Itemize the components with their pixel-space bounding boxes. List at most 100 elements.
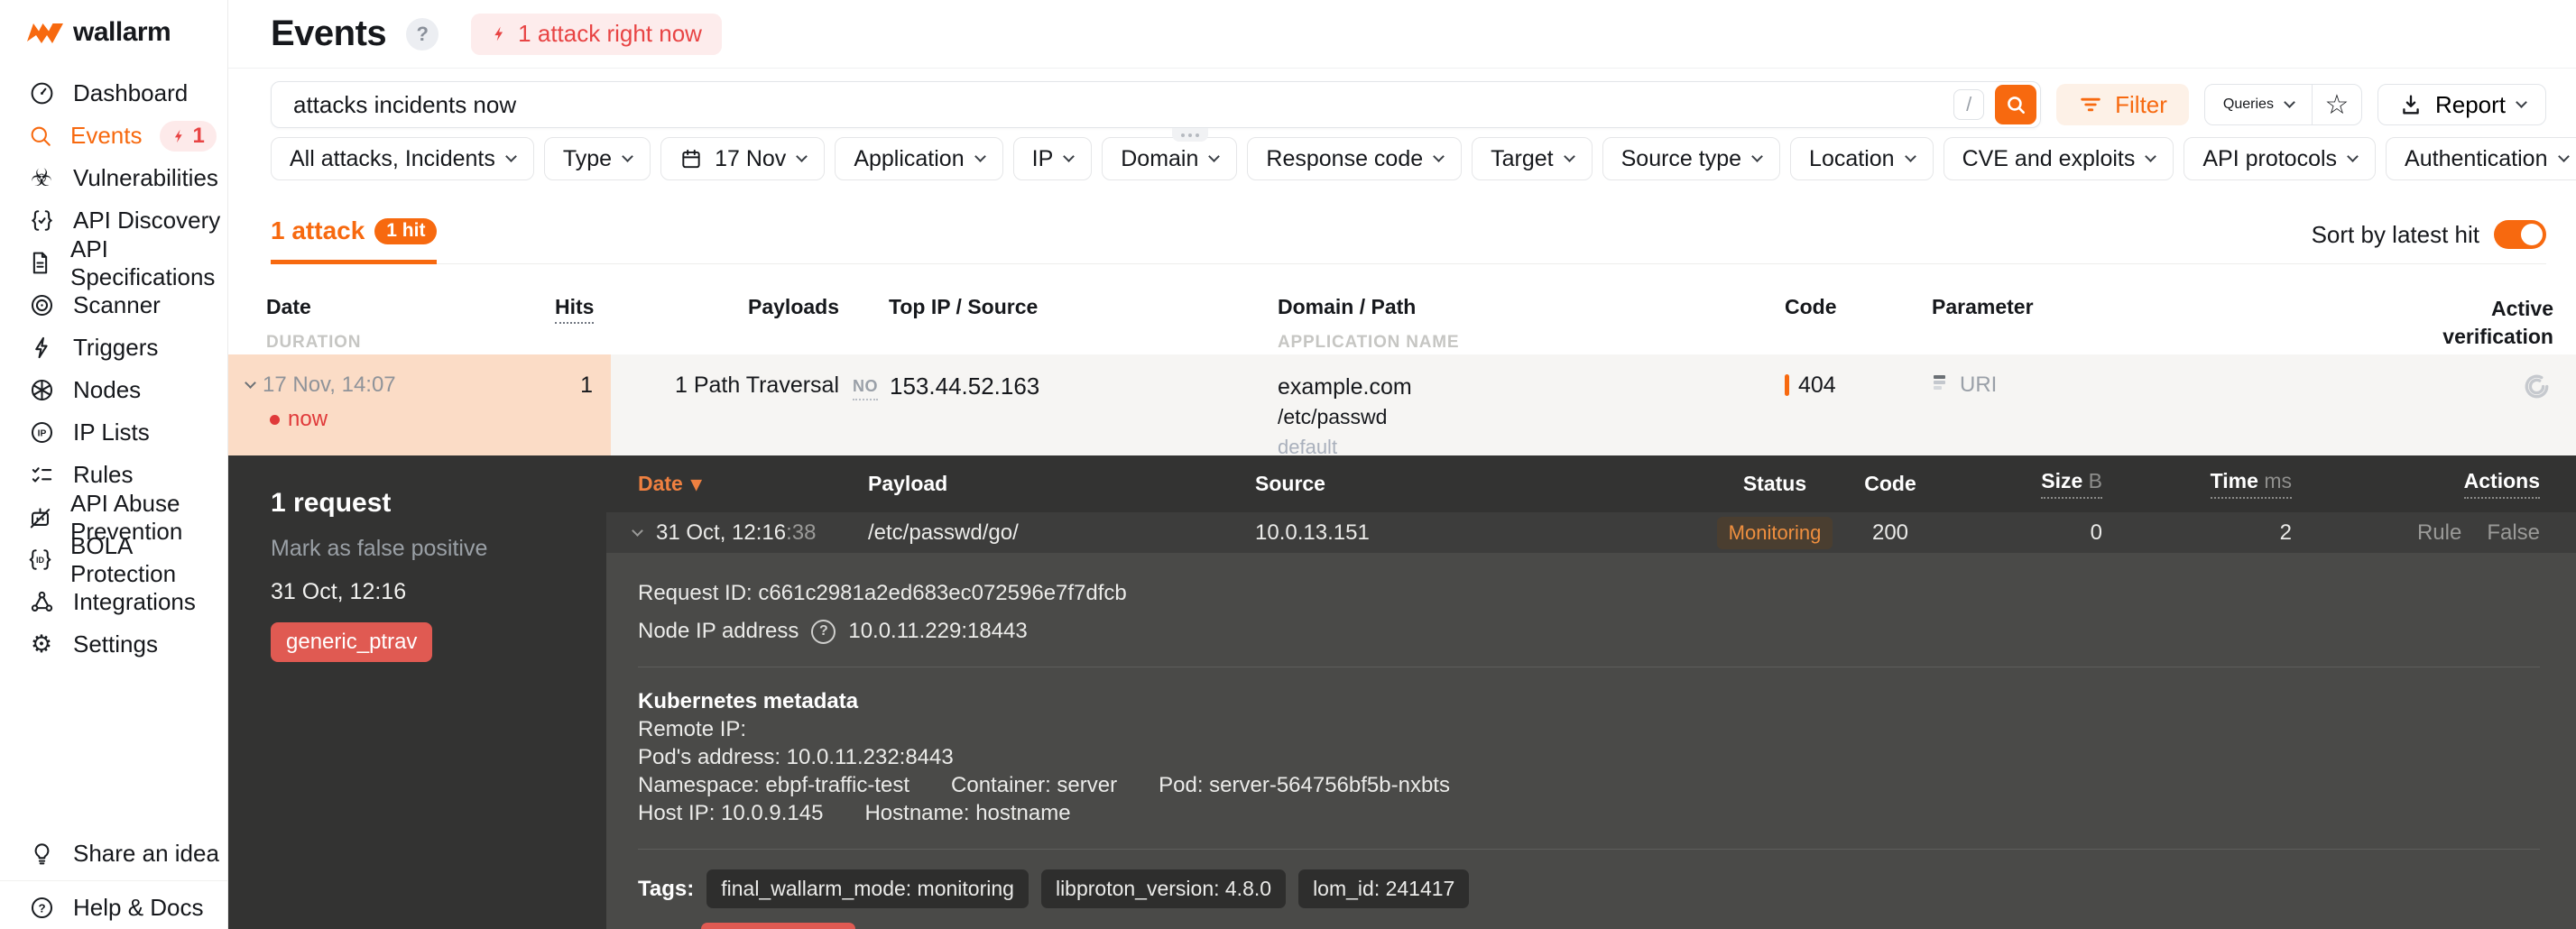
sidebar-item-settings[interactable]: ⚙ Settings	[0, 623, 227, 666]
wallarm-logo-icon	[27, 23, 63, 43]
chevron-down-icon	[245, 377, 256, 389]
chevron-down-icon	[796, 150, 808, 162]
sidebar-item-label: Scanner	[73, 291, 161, 318]
ip-circle-icon: IP	[27, 419, 56, 447]
filter-chip-source-type[interactable]: Source type	[1602, 137, 1781, 180]
sidebar-item-share-an-idea[interactable]: Share an idea	[0, 832, 227, 875]
filter-chips-row: All attacks, Incidents Type 17 Nov Appli…	[271, 137, 2576, 180]
biohazard-icon: ☣	[30, 164, 53, 191]
favorite-star-icon[interactable]: ☆	[2313, 85, 2361, 124]
tab-attacks[interactable]: 1 attack 1 hit	[271, 216, 438, 264]
req-col-size[interactable]: Size B	[2041, 469, 2102, 499]
filter-icon	[2081, 97, 2101, 112]
nodes-wheel-icon	[27, 376, 56, 405]
queries-dropdown[interactable]: Queries	[2205, 85, 2312, 124]
sidebar-item-nodes[interactable]: Nodes	[0, 369, 227, 411]
calendar-icon	[682, 149, 700, 169]
req-col-date[interactable]: Date ▾	[606, 472, 868, 496]
queries-button-group: Queries ☆	[2203, 84, 2362, 125]
robot-off-icon	[27, 503, 53, 532]
mark-false-positive-link[interactable]: Mark as false positive	[271, 536, 606, 562]
sort-desc-icon: ▾	[690, 472, 702, 495]
sidebar-item-triggers[interactable]: Triggers	[0, 327, 227, 369]
sidebar-item-integrations[interactable]: Integrations	[0, 581, 227, 623]
filter-chip-location[interactable]: Location	[1790, 137, 1934, 180]
chevron-down-icon	[505, 150, 517, 162]
req-col-time[interactable]: Time ms	[2210, 469, 2292, 499]
page-header: Events ? 1 attack right now	[228, 0, 2576, 69]
attack-alert-badge[interactable]: 1 attack right now	[471, 13, 722, 55]
tag-chip: final_wallarm_mode: monitoring	[706, 869, 1029, 908]
sidebar-item-vulnerabilities[interactable]: ☣ Vulnerabilities	[0, 157, 227, 199]
live-dot	[270, 414, 280, 425]
braces-id-icon: ID	[27, 546, 53, 575]
sidebar-item-help-docs[interactable]: ? Help & Docs	[0, 887, 227, 929]
filter-chip-cve[interactable]: CVE and exploits	[1943, 137, 2174, 180]
filter-chip-domain[interactable]: Domain	[1102, 137, 1238, 180]
chevron-down-icon	[2145, 150, 2157, 162]
attack-date-cell[interactable]: 17 Nov, 14:07 now	[228, 354, 555, 462]
search-button[interactable]	[1995, 85, 2037, 124]
sidebar-item-bola-protection[interactable]: ID BOLA Protection	[0, 532, 227, 587]
filter-chip-ip[interactable]: IP	[1012, 137, 1093, 180]
attack-date: 17 Nov, 14:07	[263, 373, 396, 397]
search-expand-handle[interactable]	[1172, 128, 1208, 142]
events-attack-badge: 1	[159, 120, 217, 152]
filter-chip-response-code[interactable]: Response code	[1247, 137, 1463, 180]
attack-type-tag[interactable]: generic_ptrav	[271, 622, 433, 662]
container: Container: server	[951, 773, 1118, 797]
filter-chip-application[interactable]: Application	[835, 137, 1003, 180]
search-input[interactable]	[291, 89, 1954, 120]
request-code: 200	[1871, 520, 1909, 545]
filter-chip-target[interactable]: Target	[1472, 137, 1593, 180]
document-icon	[27, 249, 53, 278]
cve-tag-chip[interactable]: generic_ptrav	[701, 923, 856, 929]
hostname: Hostname: hostname	[864, 801, 1071, 825]
attack-row[interactable]: 17 Nov, 14:07 now 1 1 Path Traversal NO …	[228, 354, 2576, 462]
search-box: /	[271, 81, 2042, 128]
filter-chip-authentication[interactable]: Authentication	[2386, 137, 2576, 180]
remote-ip: Remote IP:	[638, 717, 747, 741]
sort-label: Sort by latest hit	[2311, 220, 2479, 248]
false-action-link[interactable]: False	[2487, 520, 2540, 546]
chevron-down-icon	[974, 150, 986, 162]
sidebar-item-label: BOLA Protection	[70, 531, 177, 587]
col-hits[interactable]: Hits	[555, 295, 595, 324]
wallarm-logo: wallarm	[0, 13, 227, 52]
kubernetes-metadata-title: Kubernetes metadata	[638, 689, 859, 713]
page-help-icon[interactable]: ?	[406, 17, 439, 51]
detail-divider	[638, 849, 2540, 850]
request-size: 0	[2090, 520, 2102, 545]
sidebar-item-ip-lists[interactable]: IP IP Lists	[0, 411, 227, 454]
tor-badge[interactable]: NO	[853, 377, 878, 400]
main-content: Events ? 1 attack right now / Filter Que…	[228, 0, 2576, 929]
help-circle-icon: ?	[27, 894, 56, 923]
host-ip: Host IP: 10.0.9.145	[638, 801, 824, 825]
sidebar-item-dashboard[interactable]: Dashboard	[0, 72, 227, 115]
filter-chip-date[interactable]: 17 Nov	[660, 137, 826, 180]
col-code: Code	[1785, 295, 1837, 318]
sidebar-item-label: Rules	[73, 461, 134, 488]
chevron-down-icon	[1063, 150, 1076, 162]
req-col-source: Source	[1255, 472, 1325, 495]
status-badge: Monitoring	[1716, 516, 1833, 549]
pod: Pod: server-564756bf5b-nxbts	[1159, 773, 1450, 797]
sort-toggle[interactable]	[2494, 220, 2546, 249]
sidebar-item-events[interactable]: Events 1	[0, 115, 227, 157]
filter-chip-attacks-incidents[interactable]: All attacks, Incidents	[271, 137, 534, 180]
request-row[interactable]: 31 Oct, 12:16:38 /etc/passwd/go/ 10.0.13…	[606, 512, 2576, 553]
node-ip-help-icon[interactable]: ?	[811, 619, 836, 644]
attack-details-drawer: 1 request Mark as false positive 31 Oct,…	[228, 455, 2576, 929]
brand-name: wallarm	[73, 17, 171, 47]
filter-chip-type[interactable]: Type	[543, 137, 651, 180]
sidebar-item-api-specifications[interactable]: API Specifications	[0, 235, 227, 290]
filter-chip-api-protocols[interactable]: API protocols	[2184, 137, 2377, 180]
chevron-down-icon	[1563, 150, 1575, 162]
req-col-actions[interactable]: Actions	[2463, 469, 2540, 499]
col-payloads: Payloads	[748, 295, 839, 318]
events-table-header: Date DURATION Hits Payloads Top IP / Sou…	[228, 264, 2576, 354]
filter-button[interactable]: Filter	[2056, 84, 2189, 125]
rule-action-link[interactable]: Rule	[2417, 520, 2461, 546]
scanner-icon	[27, 291, 56, 320]
report-button[interactable]: Report	[2377, 84, 2546, 125]
